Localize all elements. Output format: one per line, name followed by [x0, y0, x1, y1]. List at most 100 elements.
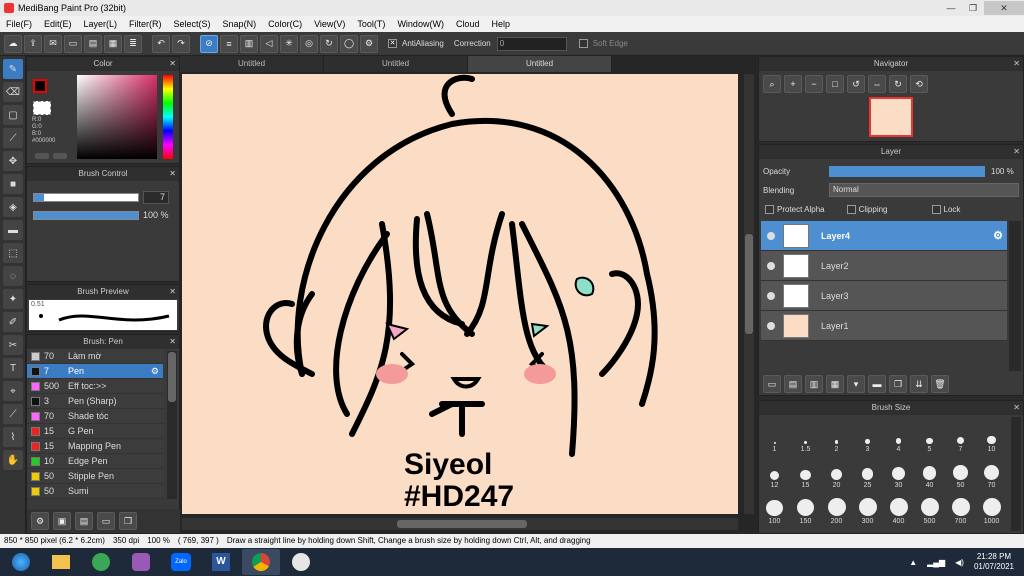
brush-size-option[interactable]: 30 — [883, 453, 914, 489]
layer-row-layer4[interactable]: Layer4 ⚙ — [761, 221, 1007, 251]
circle-snap-icon[interactable]: ◎ — [300, 34, 318, 53]
brush-size-option[interactable]: 12 — [759, 453, 790, 489]
brush-size-option[interactable]: 300 — [852, 489, 883, 525]
color-swap-button[interactable] — [53, 153, 67, 159]
brush-cloud-icon[interactable]: ⚙ — [31, 512, 49, 530]
brush-item[interactable]: 70 Shade tóc — [27, 409, 163, 424]
visibility-icon[interactable] — [767, 231, 775, 240]
brush-size-option[interactable]: 100 — [759, 489, 790, 525]
new-layer-icon[interactable]: ▭ — [763, 375, 781, 393]
coccoc-icon[interactable] — [82, 549, 120, 575]
brush-size-slider[interactable] — [33, 193, 139, 202]
add-brush-icon[interactable]: ▣ — [53, 512, 71, 530]
brush-item[interactable]: 15 G Pen — [27, 424, 163, 439]
brush-size-option[interactable]: 150 — [790, 489, 821, 525]
zalo-icon[interactable]: Zalo — [162, 549, 200, 575]
menu-snap[interactable]: Snap(N) — [217, 19, 263, 29]
pen-tool-icon[interactable]: ✎ — [3, 59, 23, 79]
operation-tool-icon[interactable]: ⌖ — [3, 381, 23, 401]
brush-size-option[interactable]: 1000 — [976, 489, 1007, 525]
brush-item[interactable]: 7 Pen ⚙ — [27, 364, 163, 379]
menu-view[interactable]: View(V) — [308, 19, 351, 29]
brush-size-option[interactable]: 400 — [883, 489, 914, 525]
color-mode-button[interactable] — [35, 153, 49, 159]
bucket-tool-icon[interactable]: ◈ — [3, 197, 23, 217]
layer-folder-icon[interactable]: ▬ — [868, 375, 886, 393]
volume-icon[interactable]: ◀) — [955, 558, 964, 567]
tray-arrow-icon[interactable]: ▲ — [909, 558, 917, 567]
panel-close-icon[interactable]: ✕ — [169, 285, 176, 299]
brush-size-option[interactable]: 25 — [852, 453, 883, 489]
soft-edge-checkbox[interactable] — [578, 39, 588, 48]
brush-tool-icon[interactable]: ⟋ — [3, 128, 23, 148]
brush-size-option[interactable]: 500 — [914, 489, 945, 525]
brush-size-option[interactable]: 1 — [759, 417, 790, 453]
menu-help[interactable]: Help — [485, 19, 516, 29]
brush-item[interactable]: 50 Sumi — [27, 484, 163, 499]
reset-view-icon[interactable]: ⟲ — [910, 75, 928, 93]
clipping-checkbox[interactable] — [846, 205, 856, 214]
snap-off-icon[interactable]: ⊘ — [200, 34, 218, 53]
brush-opacity-slider[interactable] — [33, 211, 139, 220]
menu-file[interactable]: File(F) — [0, 19, 38, 29]
new-8bit-layer-icon[interactable]: ▥ — [805, 375, 823, 393]
maximize-button[interactable]: ❐ — [962, 1, 984, 15]
layer-opacity-slider[interactable] — [829, 166, 985, 177]
curve-snap-icon[interactable]: ↻ — [320, 34, 338, 53]
shape-tool-icon[interactable]: ▢ — [3, 105, 23, 125]
chrome-icon[interactable] — [242, 549, 280, 575]
brush-size-option[interactable]: 700 — [945, 489, 976, 525]
delete-layer-icon[interactable]: 🗑 — [931, 375, 949, 393]
transparent-swatch[interactable] — [33, 101, 51, 115]
add-layer-menu-icon[interactable]: ▾ — [847, 375, 865, 393]
medibang-icon[interactable] — [282, 549, 320, 575]
lasso-tool-icon[interactable]: ◌ — [3, 266, 23, 286]
cross-snap-icon[interactable]: ▥ — [240, 34, 258, 53]
ellipse-snap-icon[interactable]: ◯ — [340, 34, 358, 53]
word-icon[interactable]: W — [202, 549, 240, 575]
visibility-icon[interactable] — [767, 321, 775, 330]
layer-row-layer1[interactable]: Layer1 — [761, 311, 1007, 341]
layer-row-layer3[interactable]: Layer3 — [761, 281, 1007, 311]
gradient-tool-icon[interactable]: ▬ — [3, 220, 23, 240]
brush-size-option[interactable]: 15 — [790, 453, 821, 489]
document-icon[interactable]: ▤ — [84, 34, 102, 53]
radial-snap-icon[interactable]: ✳ — [280, 34, 298, 53]
brush-item[interactable]: 50 Stipple Pen — [27, 469, 163, 484]
magic-wand-icon[interactable]: ✦ — [3, 289, 23, 309]
new-1bit-layer-icon[interactable]: ▦ — [826, 375, 844, 393]
brush-settings-icon[interactable]: ▤ — [75, 512, 93, 530]
duplicate-icon[interactable]: ❐ — [119, 512, 137, 530]
menu-window[interactable]: Window(W) — [391, 19, 450, 29]
fill-rect-tool-icon[interactable]: ■ — [3, 174, 23, 194]
tab-untitled-3[interactable]: Untitled — [468, 56, 612, 72]
select-eraser-icon[interactable]: ✂ — [3, 335, 23, 355]
brush-size-option[interactable]: 7 — [945, 417, 976, 453]
select-tool-icon[interactable]: ⬚ — [3, 243, 23, 263]
hue-slider[interactable] — [163, 75, 173, 159]
menu-tool[interactable]: Tool(T) — [351, 19, 391, 29]
protect-alpha-checkbox[interactable] — [765, 205, 774, 214]
select-pen-icon[interactable]: ✐ — [3, 312, 23, 332]
menu-cloud[interactable]: Cloud — [450, 19, 486, 29]
settings-snap-icon[interactable]: ⚙ — [360, 34, 378, 53]
menu-layer[interactable]: Layer(L) — [78, 19, 124, 29]
start-icon[interactable] — [2, 549, 40, 575]
rotate-left-icon[interactable]: ↺ — [847, 75, 865, 93]
explorer-icon[interactable] — [42, 549, 80, 575]
brush-size-option[interactable]: 10 — [976, 417, 1007, 453]
duplicate-layer-icon[interactable]: ❐ — [889, 375, 907, 393]
panel-close-icon[interactable]: ✕ — [1013, 401, 1020, 415]
brush-list-scrollbar[interactable] — [167, 351, 177, 499]
tab-untitled-2[interactable]: Untitled — [324, 56, 468, 72]
menu-color[interactable]: Color(C) — [262, 19, 308, 29]
brush-size-scrollbar[interactable] — [1011, 417, 1021, 531]
brush-size-option[interactable]: 70 — [976, 453, 1007, 489]
panel-close-icon[interactable]: ✕ — [1013, 57, 1020, 71]
zoom-in-icon[interactable]: + — [784, 75, 802, 93]
visibility-icon[interactable] — [767, 291, 775, 300]
brush-item[interactable]: 3 Pen (Sharp) — [27, 394, 163, 409]
eraser-tool-icon[interactable]: ⌫ — [3, 82, 23, 102]
brush-size-value[interactable]: 7 — [143, 191, 169, 204]
brush-size-option[interactable]: 3 — [852, 417, 883, 453]
